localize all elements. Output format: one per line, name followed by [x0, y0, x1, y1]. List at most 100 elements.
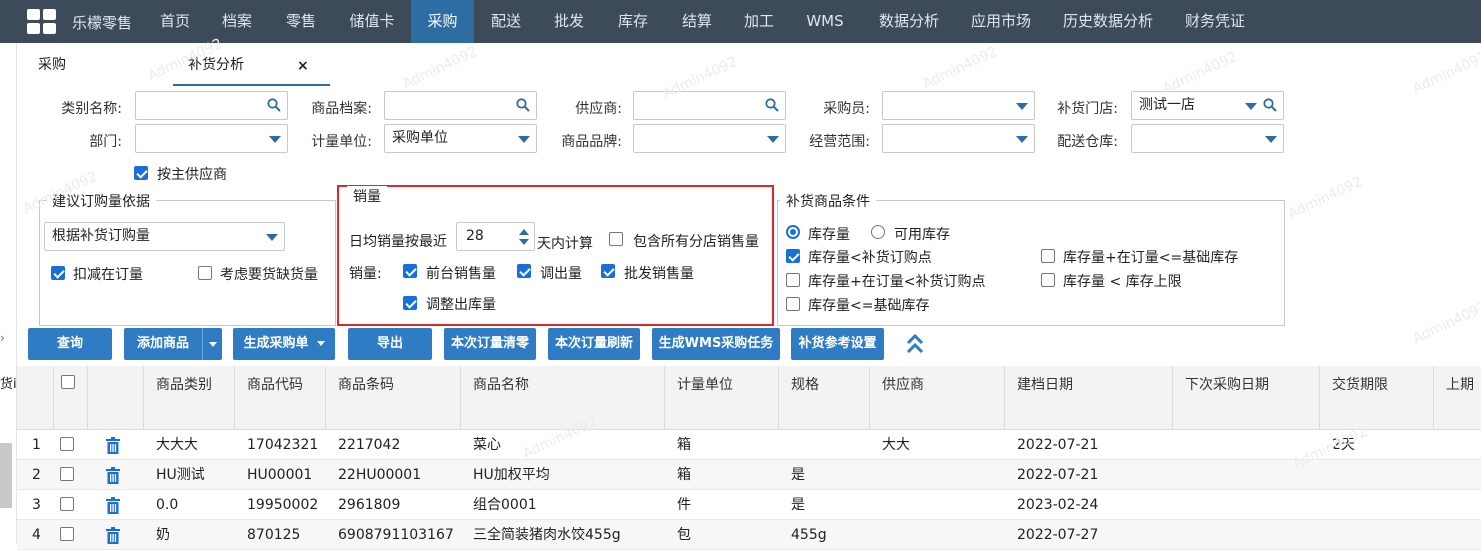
deduct-in-order-checkbox[interactable]	[51, 266, 65, 280]
supplier-input[interactable]	[633, 91, 786, 120]
department-select[interactable]	[135, 124, 288, 153]
tab-label: 补货分析	[188, 57, 244, 73]
cond-5-checkbox[interactable]	[786, 297, 800, 311]
clear-order-button[interactable]: 本次订量清零	[444, 328, 536, 360]
nav-data-analysis[interactable]: 数据分析	[866, 0, 952, 43]
table-row[interactable]: 2 HU测试 HU00001 22HU00001 HU加权平均 箱 是 2022…	[17, 460, 1481, 490]
cell-barcode: 2961809	[338, 497, 401, 513]
generate-po-button[interactable]: 生成采购单	[233, 328, 335, 360]
nav-retail[interactable]: 零售	[274, 0, 328, 43]
cell-supplier: 大大	[882, 437, 910, 453]
nav-inventory[interactable]: 库存	[608, 0, 658, 43]
query-button[interactable]: 查询	[28, 328, 112, 360]
front-sales-checkbox[interactable]	[403, 264, 417, 278]
nav-distribution[interactable]: 配送	[482, 0, 530, 43]
order-basis-select[interactable]: 根据补货订购量	[44, 222, 285, 251]
header-spec[interactable]: 规格	[779, 366, 870, 430]
cell-name: HU加权平均	[473, 467, 550, 483]
search-icon[interactable]	[516, 98, 530, 112]
nav-settlement[interactable]: 结算	[672, 0, 722, 43]
nav-history-analysis[interactable]: 历史数据分析	[1050, 0, 1166, 43]
cond-2-checkbox[interactable]	[1041, 249, 1055, 263]
header-name[interactable]: 商品名称	[461, 366, 665, 430]
cond-4-checkbox[interactable]	[1041, 273, 1055, 287]
wms-task-button[interactable]: 生成WMS采购任务	[652, 328, 780, 360]
scope-select[interactable]	[882, 124, 1035, 153]
cond-3-checkbox[interactable]	[786, 273, 800, 287]
header-lead-time[interactable]: 交货期限	[1320, 366, 1434, 430]
consider-shortage-checkbox[interactable]	[198, 266, 212, 280]
wholesale-sales-checkbox[interactable]	[601, 264, 615, 278]
header-unit[interactable]: 计量单位	[665, 366, 779, 430]
nav-app-market[interactable]: 应用市场	[958, 0, 1044, 43]
trash-icon[interactable]	[106, 497, 120, 514]
tab-purchase[interactable]: 采购	[38, 46, 66, 86]
spinner-up-icon[interactable]	[519, 229, 529, 235]
main-supplier-checkbox[interactable]	[134, 166, 148, 180]
table-header: 商品类别 商品代码 商品条码 商品名称 计量单位 规格 供应商 建档日期 下次采…	[17, 366, 1481, 430]
search-icon[interactable]	[1263, 98, 1277, 112]
row-checkbox[interactable]	[60, 527, 74, 541]
nav-finance-voucher[interactable]: 财务凭证	[1172, 0, 1258, 43]
expand-chevron-icon[interactable]: ›	[0, 331, 5, 345]
buyer-select[interactable]	[882, 91, 1035, 120]
stock-radio[interactable]	[786, 225, 800, 239]
add-product-button[interactable]: 添加商品	[124, 328, 222, 360]
nav-processing[interactable]: 加工	[734, 0, 784, 43]
left-scrollbar[interactable]	[0, 443, 12, 508]
select-all-checkbox[interactable]	[61, 375, 75, 389]
add-product-label: 添加商品	[136, 336, 189, 351]
row-number: 3	[32, 497, 41, 513]
header-last-period[interactable]: 上期	[1434, 366, 1481, 430]
days-spinner[interactable]: 28	[456, 222, 535, 251]
transfer-out-checkbox[interactable]	[517, 264, 531, 278]
table-row[interactable]: 1 大大大 17042321 2217042 菜心 箱 大大 2022-07-2…	[17, 430, 1481, 460]
header-next-purchase-date[interactable]: 下次采购日期	[1173, 366, 1320, 430]
row-checkbox[interactable]	[60, 437, 74, 451]
adjust-out-checkbox[interactable]	[403, 296, 417, 310]
cell-created-date: 2022-07-27	[1017, 527, 1099, 543]
category-input[interactable]	[135, 91, 288, 120]
replenish-settings-button[interactable]: 补货参考设置	[791, 328, 884, 360]
nav-wholesale[interactable]: 批发	[544, 0, 594, 43]
collapse-up-icon[interactable]	[906, 333, 924, 355]
nav-purchase[interactable]: 采购	[411, 0, 474, 43]
trash-icon[interactable]	[106, 467, 120, 484]
sales-legend: 销量	[347, 186, 387, 206]
header-created-date[interactable]: 建档日期	[1005, 366, 1173, 430]
deduct-in-order-label: 扣减在订量	[73, 267, 143, 283]
store-select[interactable]: 测试一店	[1131, 91, 1284, 120]
row-checkbox[interactable]	[60, 467, 74, 481]
export-button[interactable]: 导出	[348, 328, 432, 360]
add-product-dropdown[interactable]	[202, 328, 222, 360]
product-file-input[interactable]	[384, 91, 537, 120]
header-barcode[interactable]: 商品条码	[326, 366, 461, 430]
close-icon[interactable]: ×	[297, 58, 309, 74]
cell-code: 17042321	[247, 437, 319, 453]
nav-wms[interactable]: WMS	[797, 0, 853, 43]
trash-icon[interactable]	[106, 437, 120, 454]
header-code[interactable]: 商品代码	[235, 366, 326, 430]
nav-stored-value-card[interactable]: 储值卡	[340, 0, 404, 43]
product-file-label: 商品档案:	[311, 101, 372, 117]
cond-1-checkbox[interactable]	[786, 249, 800, 263]
nav-archive[interactable]: 档案	[210, 0, 264, 43]
app-grid-icon[interactable]	[27, 9, 57, 35]
unit-select[interactable]: 采购单位	[384, 124, 537, 153]
search-icon[interactable]	[267, 98, 281, 112]
search-icon[interactable]	[765, 98, 779, 112]
spinner-down-icon[interactable]	[519, 239, 529, 245]
brand-select[interactable]	[633, 124, 786, 153]
header-category[interactable]: 商品类别	[144, 366, 235, 430]
refresh-order-button[interactable]: 本次订量刷新	[548, 328, 640, 360]
warehouse-select[interactable]	[1131, 124, 1284, 153]
trash-icon[interactable]	[106, 527, 120, 544]
nav-home[interactable]: 首页	[148, 0, 202, 43]
include-branches-checkbox[interactable]	[609, 232, 623, 246]
cell-unit: 包	[677, 527, 691, 543]
available-stock-radio[interactable]	[871, 225, 885, 239]
row-checkbox[interactable]	[60, 497, 74, 511]
header-supplier[interactable]: 供应商	[870, 366, 1005, 430]
table-row[interactable]: 3 0.0 19950002 2961809 组合0001 件 是 2023-0…	[17, 490, 1481, 520]
table-row[interactable]: 4 奶 870125 6908791103167 三全简装猪肉水饺455g 包 …	[17, 520, 1481, 550]
